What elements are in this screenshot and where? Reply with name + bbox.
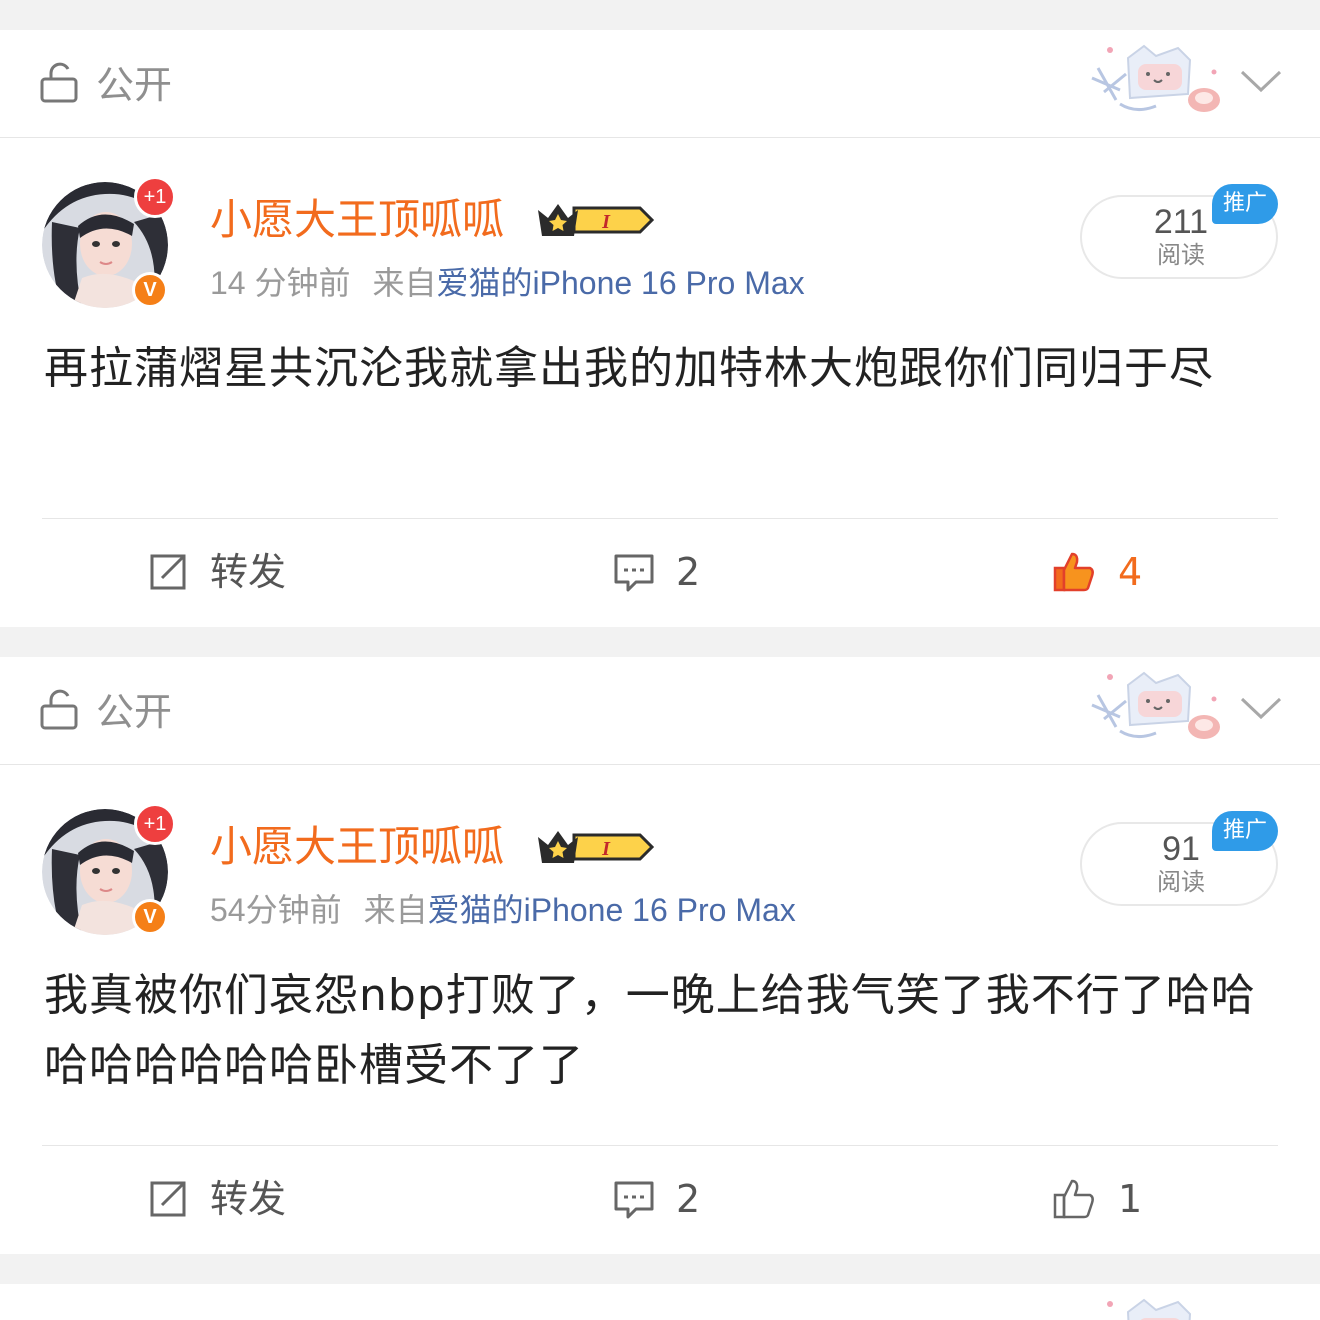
like-count: 4 (1118, 550, 1143, 594)
read-label: 阅读 (1157, 868, 1205, 896)
post-time: 14 分钟前 (210, 265, 351, 301)
post-text[interactable]: 再拉蒲熠星共沉沦我就拿出我的加特林大炮跟你们同归于尽 (44, 334, 1284, 404)
crown-vip-icon[interactable]: I (534, 825, 654, 869)
like-button[interactable]: 1 (1052, 1169, 1142, 1229)
verified-badge: V (132, 272, 168, 308)
post-card: 公开 (0, 30, 1320, 627)
repost-icon (150, 554, 186, 590)
unlock-icon (40, 689, 78, 730)
comment-icon (614, 554, 654, 592)
comment-count: 2 (676, 550, 701, 594)
cat-sticker-icon (1091, 671, 1220, 739)
vip-level-text: I (601, 838, 611, 860)
privacy-label: 公开 (96, 690, 173, 734)
comment-button[interactable]: 2 (612, 542, 700, 602)
privacy-bar[interactable]: 公开 (0, 657, 1320, 765)
read-label: 阅读 (1157, 241, 1205, 269)
comment-count: 2 (676, 1177, 701, 1221)
comment-button[interactable]: 2 (612, 1169, 700, 1229)
device-source-link[interactable]: 爱猫的iPhone 16 Pro Max (437, 265, 805, 301)
promote-tag[interactable]: 推广 (1212, 811, 1278, 851)
repost-button[interactable]: 转发 (146, 1169, 286, 1229)
unlock-icon (40, 62, 78, 103)
weibo-feed: 公开 +1 V 小愿大王顶呱呱 I 14 分钟前 来自爱猫的iPhone 16 … (0, 0, 1320, 1320)
post-meta: 14 分钟前 来自爱猫的iPhone 16 Pro Max (210, 262, 805, 304)
author-name[interactable]: 小愿大王顶呱呱 (210, 194, 504, 246)
post-time: 54分钟前 (210, 892, 342, 928)
cat-sticker-icon (1091, 44, 1220, 112)
avatar[interactable]: +1 V (42, 176, 176, 310)
thumbs-up-icon (1053, 552, 1094, 592)
like-button[interactable]: 4 (1052, 542, 1142, 602)
verified-badge: V (132, 899, 168, 935)
repost-icon (150, 1181, 186, 1217)
divider (42, 1145, 1278, 1146)
post-card: 公开 (0, 657, 1320, 1254)
like-count: 1 (1118, 1177, 1143, 1221)
cat-sticker-icon (1107, 1298, 1192, 1320)
crown-vip-icon[interactable]: I (534, 198, 654, 242)
post-meta: 54分钟前 来自爱猫的iPhone 16 Pro Max (210, 889, 796, 931)
source-prefix: 来自 (372, 265, 437, 301)
update-count-badge: +1 (134, 176, 176, 218)
avatar[interactable]: +1 V (42, 803, 176, 937)
divider (42, 518, 1278, 519)
device-source-link[interactable]: 爱猫的iPhone 16 Pro Max (428, 892, 796, 928)
update-count-badge: +1 (134, 803, 176, 845)
repost-label: 转发 (210, 1177, 287, 1221)
repost-button[interactable]: 转发 (146, 542, 286, 602)
repost-label: 转发 (210, 550, 287, 594)
author-name[interactable]: 小愿大王顶呱呱 (210, 821, 504, 873)
promote-tag[interactable]: 推广 (1212, 184, 1278, 224)
thumbs-up-icon (1053, 1179, 1094, 1219)
chevron-down-icon[interactable] (1238, 66, 1284, 96)
post-card (0, 1284, 1320, 1320)
chevron-down-icon[interactable] (1238, 693, 1284, 723)
privacy-bar[interactable]: 公开 (0, 30, 1320, 138)
vip-level-text: I (601, 211, 611, 233)
privacy-label: 公开 (96, 63, 173, 107)
post-text[interactable]: 我真被你们哀怨nbp打败了，一晚上给我气笑了我不行了哈哈哈哈哈哈哈哈卧槽受不了了 (44, 961, 1284, 1101)
comment-icon (614, 1181, 654, 1219)
source-prefix: 来自 (363, 892, 428, 928)
